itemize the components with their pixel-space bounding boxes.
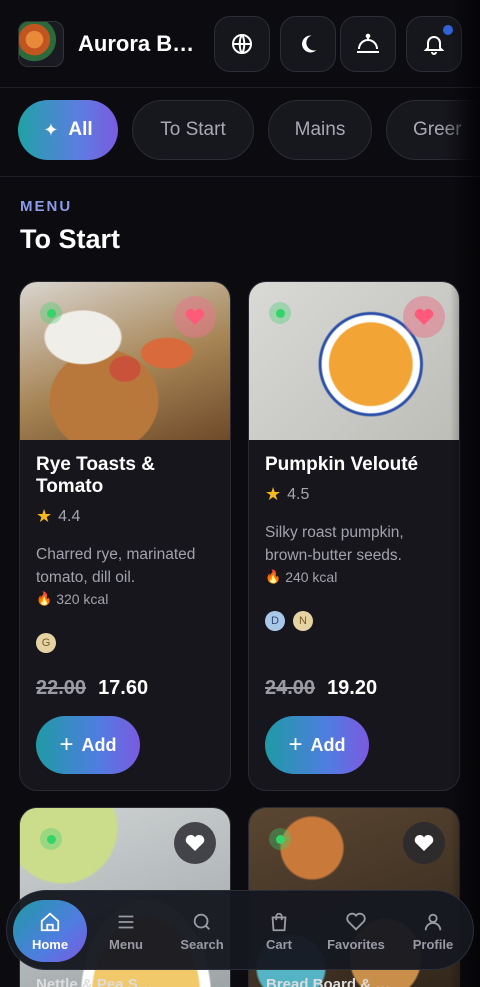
globe-icon [232,34,252,54]
filter-chip-label: To Start [160,119,226,140]
nav-item-profile[interactable]: Profile [394,891,472,971]
dish-image [20,282,230,440]
flame-icon: 🔥 [265,569,282,584]
menu-list-icon [118,915,134,928]
dish-price: 24.00 19.20 [265,677,443,700]
vegetarian-indicator [269,828,291,850]
vegetarian-indicator [40,302,62,324]
star-icon: ★ [36,506,53,526]
add-to-cart-button[interactable]: + Add [36,716,140,774]
section-eyebrow: MENU [20,198,73,215]
filter-chip-to-start[interactable]: To Start [132,100,254,160]
filter-chip-label: All [68,119,93,140]
favorite-button[interactable] [174,822,216,864]
plus-icon: + [59,731,74,758]
vegetarian-indicator [40,828,62,850]
dish-description: Silky roast pumpkin, brown-butter seeds. [265,524,404,564]
call-waiter-button[interactable] [340,16,396,72]
app-header: Aurora Bi… [0,0,480,88]
user-icon [424,913,442,930]
dish-rating: ★ 4.5 [265,484,310,504]
nav-item-home[interactable]: Home [13,900,87,962]
dish-title: Rye Toasts & Tomato [36,454,155,497]
filter-chip-label: Mains [294,119,346,140]
language-button[interactable] [214,16,270,72]
cloche-icon [357,33,379,53]
nav-item-cart[interactable]: Cart [240,891,318,971]
dish-rating: ★ 4.4 [36,506,81,526]
plus-icon: + [288,731,303,758]
nav-item-menu[interactable]: Menu [87,891,165,971]
shopping-bag-icon [271,912,287,931]
moon-icon [302,35,317,53]
discounted-price: 17.60 [98,677,149,699]
original-price: 22.00 [36,677,87,699]
nav-item-favorites[interactable]: Favorites [317,891,395,971]
original-price: 24.00 [265,677,316,699]
favorite-button[interactable] [174,296,216,338]
flame-icon: 🔥 [36,591,53,606]
menu-card[interactable]: Pumpkin Velouté ★ 4.5 Silky roast pumpki… [248,281,460,791]
dish-calories: 🔥 320 kcal [36,591,109,607]
section-title: To Start [20,224,120,254]
filter-chip-all[interactable]: ✦ All [18,100,118,160]
restaurant-logo[interactable] [18,20,64,67]
category-filters: ✦ All To Start Mains Greer [0,89,480,177]
heart-icon [414,308,434,325]
search-icon [193,913,210,930]
dish-price: 22.00 17.60 [36,677,214,700]
heart-icon [414,834,434,851]
vegetarian-indicator [269,302,291,324]
partial-dish-title: Nettle & Pea S… [36,976,153,987]
dish-title: Pumpkin Velouté [265,454,419,475]
heart-icon [185,308,205,325]
menu-card[interactable]: Rye Toasts & Tomato ★ 4.4 Charred rye, m… [19,281,231,791]
dish-image [249,282,459,440]
gluten-icon: G [36,633,56,653]
add-to-cart-button[interactable]: + Add [265,716,369,774]
dish-calories: 🔥 240 kcal [265,569,338,585]
favorite-button[interactable] [403,822,445,864]
theme-toggle-button[interactable] [280,16,336,72]
notification-badge [443,25,453,35]
nuts-icon: N [293,611,313,631]
home-icon [40,912,60,931]
allergen-icons: D N [265,611,443,631]
dish-description: Charred rye, marinated tomato, dill oil. [36,546,196,586]
scroll-fade [440,89,480,176]
favorite-button[interactable] [403,296,445,338]
notifications-button[interactable] [406,16,462,72]
bell-icon [423,36,445,55]
partial-dish-title: Bread Board & … [266,976,391,987]
discounted-price: 19.20 [327,677,378,699]
nav-item-search[interactable]: Search [163,891,241,971]
star-icon: ★ [265,484,282,504]
dairy-icon: D [265,611,285,631]
sparkle-icon: ✦ [43,119,59,140]
heart-icon [185,834,205,851]
heart-outline-icon [346,912,366,931]
filter-chip-mains[interactable]: Mains [268,100,372,160]
bottom-navigation: Home Menu Search Cart Favorites Profile [6,890,474,970]
brand-name: Aurora Bi… [78,30,198,56]
allergen-icons: G [36,633,214,653]
